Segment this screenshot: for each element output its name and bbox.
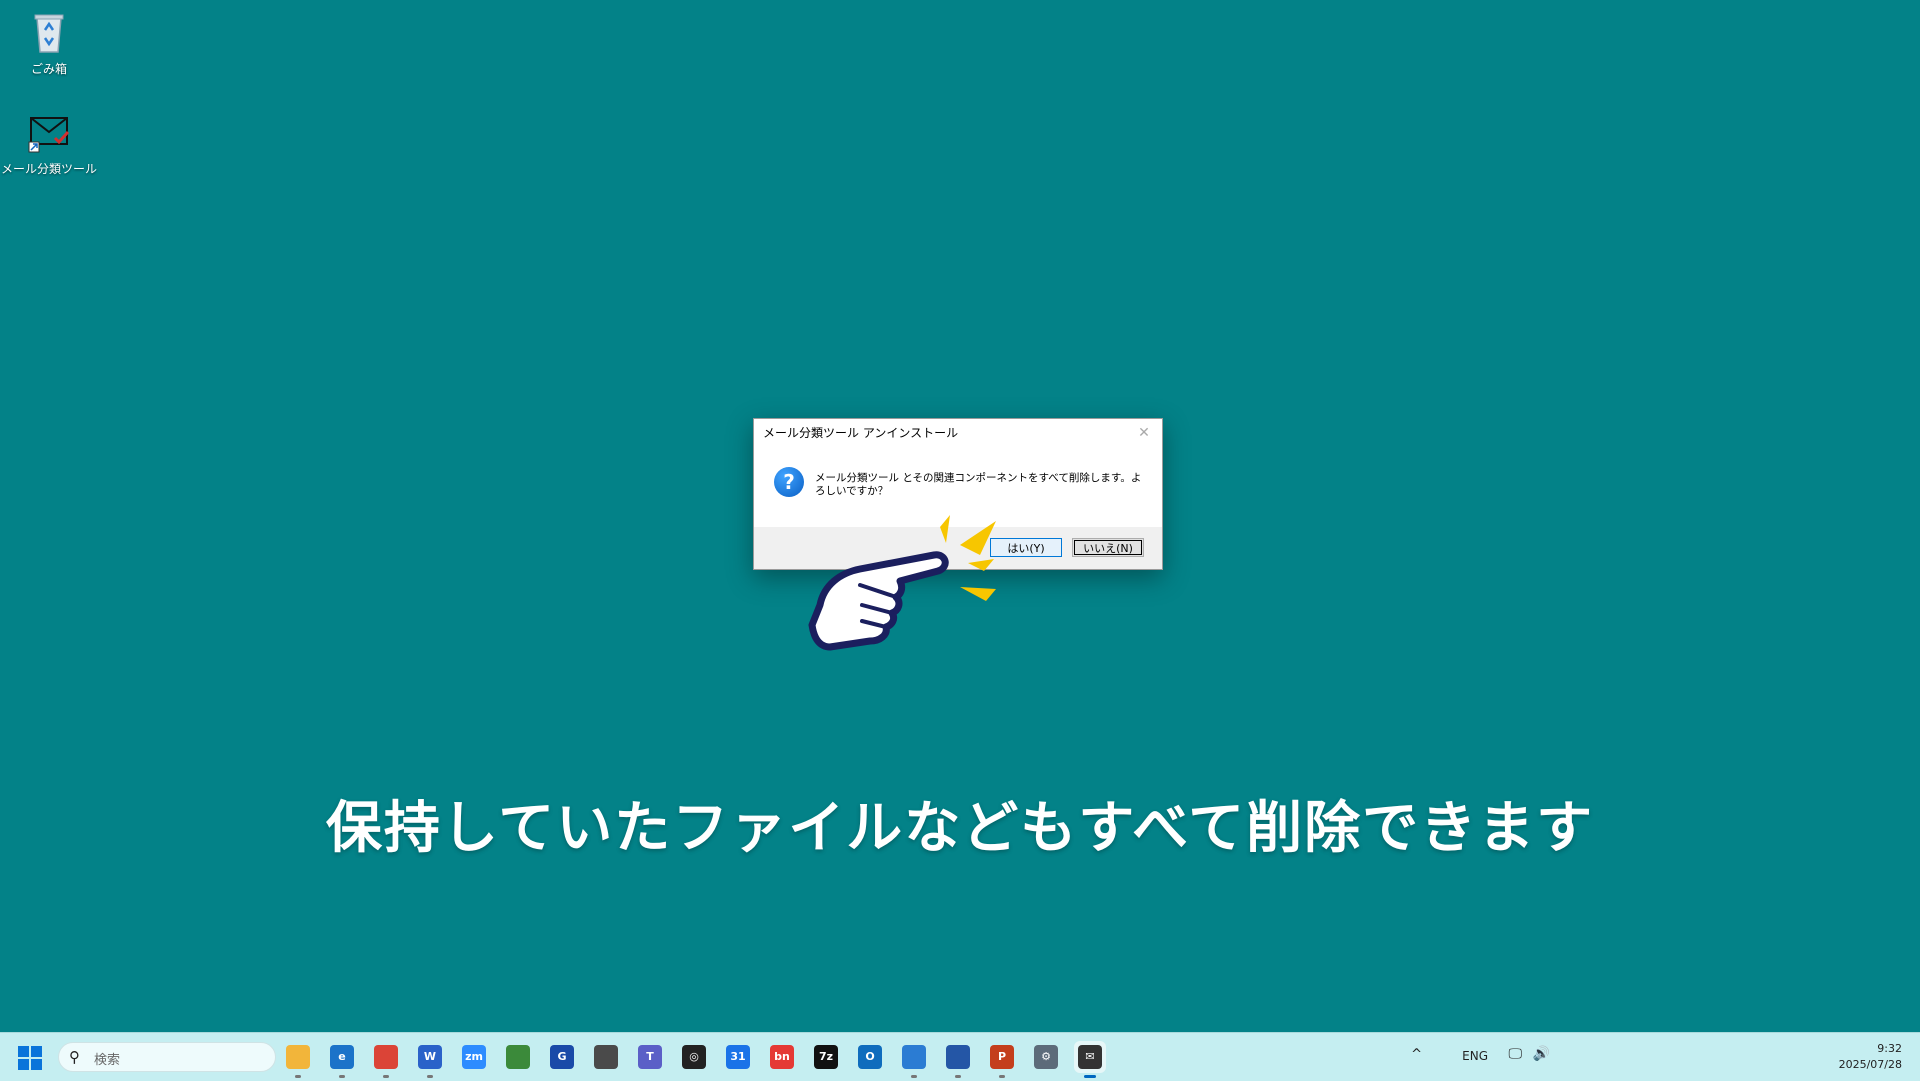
mail-tool-icon: ✉ [1078,1045,1102,1069]
taskbar-app-calculator[interactable] [590,1041,622,1073]
running-indicator [955,1075,961,1078]
outlook-icon: O [858,1045,882,1069]
taskbar-app-grammarly[interactable]: G [546,1041,578,1073]
dialog-titlebar[interactable]: メール分類ツール アンインストール ✕ [754,419,1162,447]
running-indicator [911,1075,917,1078]
taskbar-app-outlook[interactable]: O [854,1041,886,1073]
yes-button[interactable]: はい(Y) [990,538,1062,557]
zoom-icon: zm [462,1045,486,1069]
taskbar-app-teams[interactable]: T [634,1041,666,1073]
search-placeholder: 検索 [94,1053,121,1068]
running-indicator [999,1075,1005,1078]
calculator-icon [594,1045,618,1069]
dialog-title: メール分類ツール アンインストール [763,426,959,440]
windows-logo-icon [18,1046,29,1057]
app-green-icon [506,1045,530,1069]
running-indicator [1084,1075,1096,1078]
taskbar-app-7zip[interactable]: 7z [810,1041,842,1073]
wps-writer-icon: W [418,1045,442,1069]
clock-date: 2025/07/28 [1838,1058,1902,1071]
taskbar-app-chrome[interactable] [370,1041,402,1078]
clock-time: 9:32 [1877,1042,1902,1055]
grammarly-icon: G [550,1045,574,1069]
dialog-message: メール分類ツール とその関連コンポーネントをすべて削除します。よろしいですか？ [815,472,1142,497]
no-button[interactable]: いいえ(N) [1072,538,1144,557]
taskbar-app-settings[interactable]: ⚙ [1030,1041,1062,1073]
settings-icon: ⚙ [1034,1045,1058,1069]
search-icon: ⚲ [69,1048,80,1066]
desktop-icon-label: ごみ箱 [30,62,67,76]
question-icon: ? [774,467,804,497]
taskbar-app-powerpoint[interactable]: P [986,1041,1018,1078]
caption-text: 保持していたファイルなどもすべて削除できます [325,796,1595,861]
volume-icon[interactable]: 🔊 [1533,1046,1550,1062]
mail-check-icon [25,108,73,156]
calendar-icon: 31 [726,1045,750,1069]
running-indicator [427,1075,433,1078]
pointing-hand-icon [808,515,996,651]
7zip-icon: 7z [814,1045,838,1069]
input-language-indicator[interactable]: ENG [1462,1049,1488,1063]
taskbar-app-file-explorer[interactable] [282,1041,314,1078]
windows-logo-icon-part [18,1059,29,1070]
powerpoint-icon: P [990,1045,1014,1069]
dialog-body: ? メール分類ツール とその関連コンポーネントをすべて削除します。よろしいですか… [754,447,1162,503]
edge-icon: e [330,1045,354,1069]
recycle-bin-icon [25,8,73,56]
running-indicator [383,1075,389,1078]
start-button[interactable] [18,1046,42,1070]
taskbar-app-app-bn[interactable]: bn [766,1041,798,1073]
file-explorer-icon [286,1045,310,1069]
windows-logo-icon-part [31,1046,42,1057]
taskbar-search-box[interactable]: ⚲ 検索 [58,1042,276,1072]
notepad-icon [902,1045,926,1069]
teams-icon: T [638,1045,662,1069]
chrome-icon [374,1045,398,1069]
desktop-icon-mail-tool[interactable]: メール分類ツール [1,108,97,177]
running-indicator [295,1075,301,1078]
network-icon[interactable]: 🖵 [1509,1046,1523,1062]
windows-logo-icon-part [31,1059,42,1070]
taskbar-app-calendar[interactable]: 31 [722,1041,754,1073]
taskbar-app-app-remote[interactable] [942,1041,974,1078]
app-bn-icon: bn [770,1045,794,1069]
clock[interactable]: 9:32 2025/07/28 [1839,1041,1902,1073]
taskbar-app-zoom[interactable]: zm [458,1041,490,1073]
show-hidden-icons-chevron-icon[interactable]: ^ [1411,1047,1422,1062]
taskbar-app-mail-tool[interactable]: ✉ [1074,1041,1106,1078]
close-icon[interactable]: ✕ [1134,419,1154,447]
taskbar-app-app-green[interactable] [502,1041,534,1073]
taskbar: ⚲ 検索 e Wzm G T ◎ 31 bn 7z O P ⚙ ✉ ^ ENG 🖵 🔊 9:32 20… [0,1032,1920,1081]
app-remote-icon [946,1045,970,1069]
desktop-icon-recycle-bin[interactable]: ごみ箱 [1,8,97,77]
taskbar-app-wps-writer[interactable]: W [414,1041,446,1078]
taskbar-app-chatgpt[interactable]: ◎ [678,1041,710,1073]
taskbar-app-notepad[interactable] [898,1041,930,1078]
desktop-icon-label: メール分類ツール [1,162,98,176]
running-indicator [339,1075,345,1078]
chatgpt-icon: ◎ [682,1045,706,1069]
taskbar-app-edge[interactable]: e [326,1041,358,1078]
